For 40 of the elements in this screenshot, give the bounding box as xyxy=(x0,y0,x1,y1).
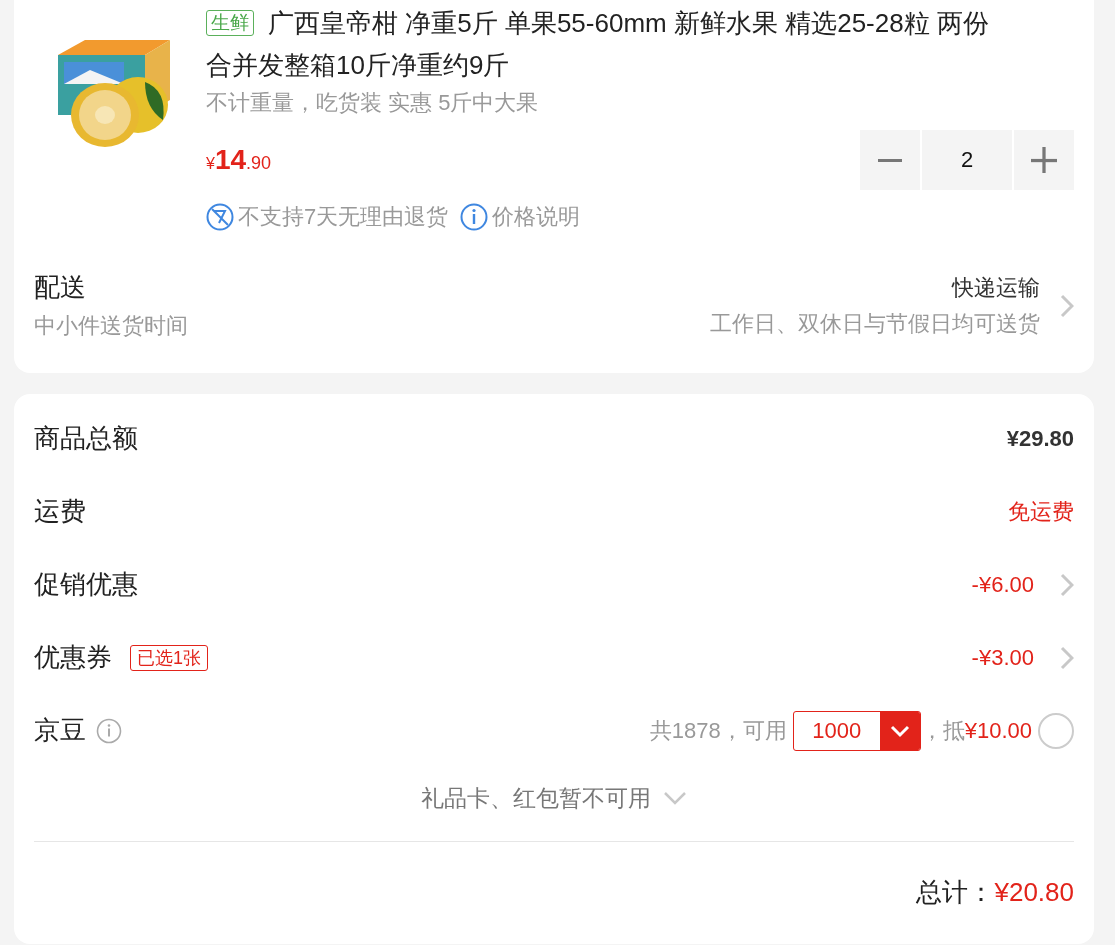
delivery-time: 工作日、双休日与节假日均可送货 xyxy=(710,309,1040,338)
delivery-note: 中小件送货时间 xyxy=(34,312,189,340)
summary-label: 优惠券 xyxy=(34,641,112,674)
summary-value: ¥29.80 xyxy=(1006,425,1074,452)
unavailable-note[interactable]: 礼品卡、红包暂不可用 xyxy=(421,782,651,814)
summary-label: 运费 xyxy=(34,495,86,528)
product-title[interactable]: 广西皇帝柑 净重5斤 单果55-60mm 新鲜水果 精选25-28粒 两份 xyxy=(268,2,989,44)
summary-value: -¥6.00 xyxy=(971,571,1034,598)
summary-label: 商品总额 xyxy=(34,422,138,455)
total-label: 总计： xyxy=(916,875,995,909)
delivery-label: 配送 xyxy=(34,271,87,304)
delivery-method[interactable]: 快递运输 xyxy=(952,272,1040,303)
info-icon xyxy=(460,203,489,231)
plus-button[interactable] xyxy=(1014,130,1074,190)
chevron-right-icon[interactable] xyxy=(1060,572,1074,597)
product-price: ¥14.90 xyxy=(206,144,272,176)
coupon-badge: 已选1张 xyxy=(130,644,208,671)
product-title[interactable]: 合并发整箱10斤净重约9斤 xyxy=(206,44,510,86)
chevron-down-icon[interactable] xyxy=(663,791,687,805)
summary-label: 促销优惠 xyxy=(34,568,138,601)
no-return-icon xyxy=(206,203,234,231)
summary-value: -¥3.00 xyxy=(971,644,1034,671)
summary-value: 免运费 xyxy=(1008,497,1074,526)
beans-dropdown[interactable]: 1000 xyxy=(792,710,921,751)
chevron-right-icon[interactable] xyxy=(1060,293,1074,318)
quantity-field[interactable]: 2 xyxy=(922,130,1012,190)
plus-icon xyxy=(1031,147,1057,173)
beans-radio[interactable] xyxy=(1038,712,1074,749)
deduct-value: ¥10.00 xyxy=(964,717,1032,744)
minus-icon xyxy=(877,158,903,162)
fresh-tag: 生鲜 xyxy=(206,10,254,36)
product-subtitle: 不计重量，吃货装 实惠 5斤中大果 xyxy=(206,89,540,117)
beans-available: 共1878，可用 xyxy=(649,716,787,745)
info-icon[interactable] xyxy=(96,717,122,744)
total-value: ¥20.80 xyxy=(994,876,1074,908)
chevron-down-icon xyxy=(889,723,910,738)
beans-label: 京豆 xyxy=(34,714,86,747)
deduct-label: ，抵 xyxy=(920,716,965,745)
minus-button[interactable] xyxy=(860,130,920,190)
chevron-right-icon[interactable] xyxy=(1060,645,1074,670)
